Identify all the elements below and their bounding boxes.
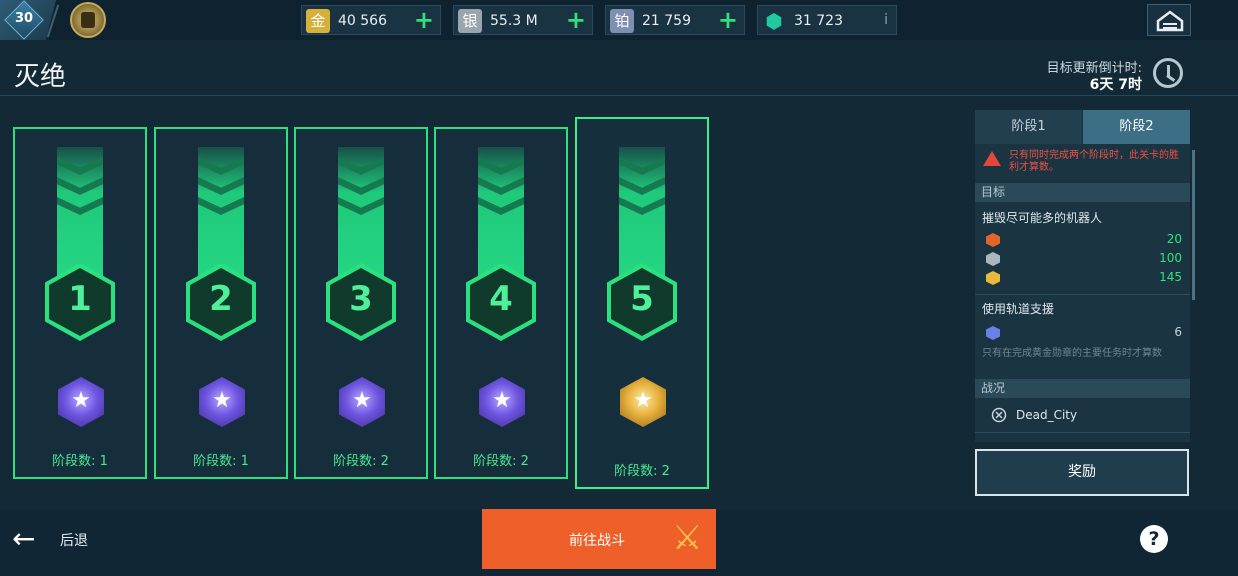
objective-value: 145: [1159, 270, 1182, 284]
objective-title: 摧毁尽可能多的机器人: [982, 211, 1103, 225]
warning-text: 只有同时完成两个阶段时，此关卡的胜利才算数。: [1009, 150, 1179, 173]
silver-icon: 银: [458, 9, 482, 33]
orbital-support-icon: [986, 326, 1000, 340]
timer-value: 6天 7时: [1089, 77, 1142, 93]
gem-info-button[interactable]: i: [884, 12, 888, 28]
divider: [975, 432, 1190, 433]
stage-card-5[interactable]: 5 ★ 阶段数: 2: [575, 117, 709, 489]
battle-status-header: 战况: [975, 379, 1190, 398]
objective-value: 100: [1159, 251, 1182, 265]
gold-resource: 金 40 566 +: [301, 5, 441, 35]
objective-value: 20: [1166, 232, 1182, 246]
star-icon: ★: [212, 388, 232, 413]
stage-card-2[interactable]: 2 ★ 阶段数: 1: [154, 127, 288, 479]
stage-count-label: 阶段数: 2: [473, 454, 529, 469]
silver-resource: 银 55.3 M +: [453, 5, 593, 35]
home-button[interactable]: [1147, 4, 1191, 36]
warning-message: 只有同时完成两个阶段时，此关卡的胜利才算数。: [983, 150, 1183, 174]
stage-card-1[interactable]: 1 ★ 阶段数: 1: [13, 127, 147, 479]
gem-value: 31 723: [794, 13, 843, 29]
go-to-battle-button[interactable]: 前往战斗 ⚔: [482, 509, 716, 569]
blue-medal-icon: ★: [479, 377, 525, 427]
clan-emblem-icon[interactable]: [70, 2, 106, 38]
orange-robot-icon: [986, 233, 1000, 247]
objective-row: 145: [982, 269, 1182, 287]
stage-hex-badge: 4: [466, 263, 536, 341]
stage-count-label: 阶段数: 1: [52, 454, 108, 469]
objective-row: 100: [982, 250, 1182, 268]
silver-value: 55.3 M: [490, 13, 538, 29]
map-pin-icon: [991, 407, 1007, 423]
objective-title: 使用轨道支援: [982, 302, 1055, 316]
platinum-icon: 铂: [610, 9, 634, 33]
clock-icon: [1153, 58, 1183, 88]
platinum-resource: 铂 21 759 +: [605, 5, 745, 35]
tab-phase-2[interactable]: 阶段2: [1083, 110, 1190, 144]
stage-hex-badge: 5: [607, 263, 677, 341]
stage-count-label: 阶段数: 2: [333, 454, 389, 469]
star-icon: ★: [71, 388, 91, 413]
stage-number: 1: [68, 279, 92, 319]
map-name: Dead_City: [1016, 408, 1078, 422]
home-icon: [1156, 10, 1184, 32]
blue-medal-icon: ★: [339, 377, 385, 427]
crossed-swords-icon: ⚔: [672, 518, 703, 558]
gold-robot-icon: [986, 271, 1000, 285]
platinum-value: 21 759: [642, 13, 691, 29]
back-arrow-icon[interactable]: ←: [12, 525, 35, 553]
objective-row: 20: [982, 231, 1182, 249]
blue-medal-icon: ★: [199, 377, 245, 427]
gold-value: 40 566: [338, 13, 387, 29]
stage-hex-badge: 2: [186, 263, 256, 341]
header-divider: [0, 95, 1238, 96]
add-gold-button[interactable]: +: [414, 7, 434, 33]
gold-medal-icon: ★: [620, 377, 666, 427]
stage-number: 4: [489, 279, 513, 319]
tab-phase-1[interactable]: 阶段1: [975, 110, 1082, 144]
gold-icon: 金: [306, 9, 330, 33]
stage-count-label: 阶段数: 2: [614, 464, 670, 479]
objective-value: 6: [1174, 325, 1182, 339]
warning-icon: [983, 151, 1001, 166]
stage-number: 3: [349, 279, 373, 319]
stage-card-3[interactable]: 3 ★ 阶段数: 2: [294, 127, 428, 479]
help-button[interactable]: ?: [1140, 525, 1168, 553]
stage-number: 2: [209, 279, 233, 319]
add-silver-button[interactable]: +: [566, 7, 586, 33]
stage-count-label: 阶段数: 1: [193, 454, 249, 469]
silver-robot-icon: [986, 252, 1000, 266]
stage-hex-badge: 1: [45, 263, 115, 341]
player-level: 30: [14, 11, 34, 26]
blue-medal-icon: ★: [58, 377, 104, 427]
gem-icon: ⬢: [762, 9, 786, 33]
page-title: 灭绝: [14, 62, 67, 92]
gem-resource: ⬢ 31 723 i: [757, 5, 897, 35]
star-icon: ★: [352, 388, 372, 413]
reward-button[interactable]: 奖励: [975, 449, 1189, 496]
stage-hex-badge: 3: [326, 263, 396, 341]
star-icon: ★: [492, 388, 512, 413]
back-button[interactable]: 后退: [60, 530, 88, 550]
objective-note: 只有在完成黄金勋章的主要任务时才算数: [982, 348, 1162, 359]
stage-number: 5: [630, 279, 654, 319]
objective-row: 6: [982, 324, 1182, 342]
stage-card-4[interactable]: 4 ★ 阶段数: 2: [434, 127, 568, 479]
objectives-panel: 阶段1 阶段2 只有同时完成两个阶段时，此关卡的胜利才算数。 目标 摧毁尽可能多…: [975, 110, 1190, 442]
objectives-header: 目标: [975, 183, 1190, 202]
star-icon: ★: [633, 388, 653, 413]
go-to-battle-label: 前往战斗: [569, 533, 625, 549]
divider: [975, 294, 1190, 295]
add-platinum-button[interactable]: +: [718, 7, 738, 33]
panel-scrollbar[interactable]: [1192, 150, 1195, 300]
